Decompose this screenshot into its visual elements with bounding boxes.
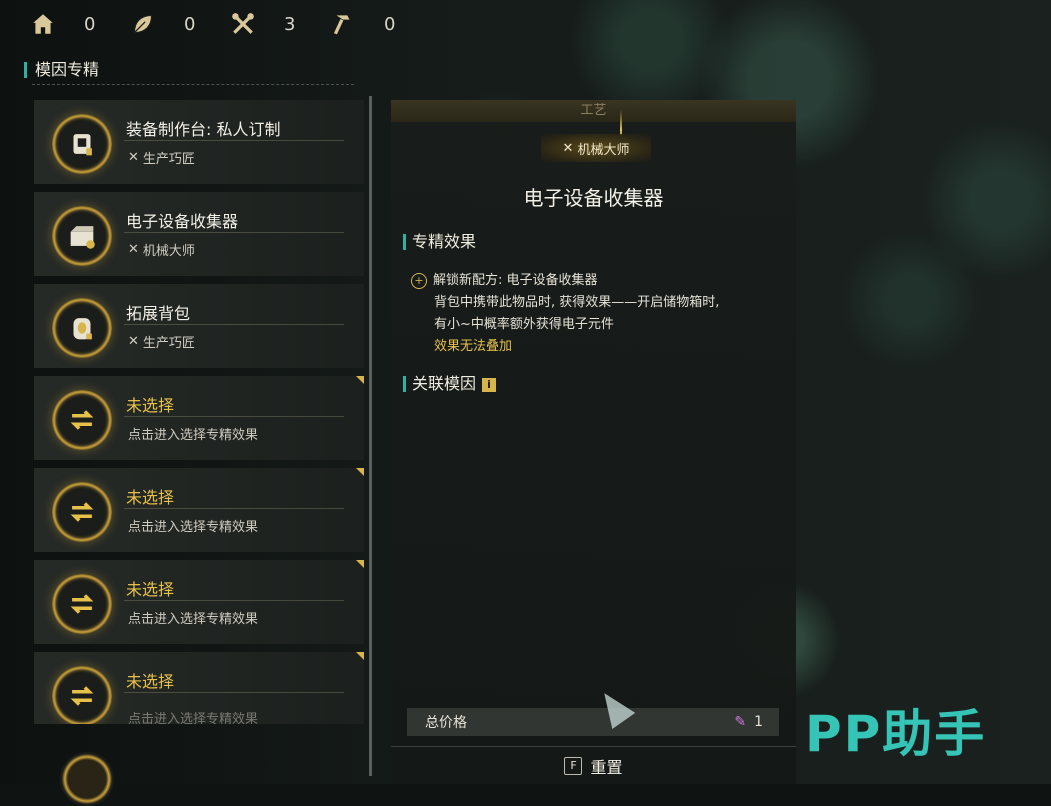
- price-value-group: ✎ 1: [734, 714, 763, 730]
- swap-icon: [52, 390, 112, 450]
- spec-card-4[interactable]: 未选择 点击进入选择专精效果: [34, 376, 364, 460]
- backpack-emblem-icon: [52, 298, 112, 358]
- swap-icon: [52, 482, 112, 542]
- spec-card-5[interactable]: 未选择 点击进入选择专精效果: [34, 468, 364, 552]
- meme-specialization-panel: 模因专精 装备制作台: 私人订制 ✕ 生产巧匠 电子设备收集器 ✕ 机械大师 拓…: [24, 56, 374, 784]
- card-sub-label: 点击进入选择专精效果: [128, 428, 259, 443]
- pencil-icon: ✎: [734, 714, 747, 730]
- resource-house-count: 0: [84, 13, 96, 35]
- card-sub: ✕ 生产巧匠: [128, 332, 195, 351]
- resource-hammer-count: 0: [384, 13, 396, 35]
- card-sub-label: 点击进入选择专精效果: [128, 612, 259, 627]
- spec-card-6[interactable]: 未选择 点击进入选择专精效果: [34, 560, 364, 644]
- crossed-tools-icon: [228, 9, 258, 39]
- card-name: 电子设备收集器: [126, 212, 239, 231]
- resource-hammer: 0: [328, 9, 428, 39]
- info-icon[interactable]: i: [482, 377, 497, 392]
- reset-button[interactable]: F 重置: [391, 746, 796, 785]
- plus-icon: +: [411, 272, 427, 289]
- item-title: 电子设备收集器: [523, 186, 664, 210]
- related-header-label: 关联模因: [412, 374, 477, 393]
- card-divider: [124, 508, 344, 509]
- effects-list: + 解锁新配方: 电子设备收集器 背包中携带此物品时, 获得效果——开启储物箱时,…: [411, 270, 791, 358]
- card-sub: ✕ 机械大师: [128, 240, 195, 259]
- spec-card-3[interactable]: 拓展背包 ✕ 生产巧匠: [34, 284, 364, 368]
- effect-line: 解锁新配方: 电子设备收集器: [433, 273, 598, 288]
- effects-header: 专精效果: [403, 234, 476, 250]
- badge-label: 机械大师: [577, 142, 630, 158]
- effect-desc-2: 有小~中概率额外获得电子元件: [434, 317, 614, 332]
- reset-label: 重置: [590, 758, 623, 777]
- bottom-emblem-icon: [60, 752, 114, 806]
- scrollbar[interactable]: [369, 96, 372, 776]
- corner-marker: [356, 468, 364, 476]
- card-divider: [124, 692, 344, 693]
- resource-house: 0: [28, 9, 128, 39]
- resource-bar: 0 0 3 0: [28, 8, 428, 40]
- corner-marker: [356, 652, 364, 660]
- crossed-tools-icon: ✕: [128, 150, 139, 165]
- swap-icon: [52, 574, 112, 634]
- resource-tools: 3: [228, 9, 328, 39]
- class-badge: ✕ 机械大师: [541, 134, 651, 162]
- category-bar: 工艺: [391, 100, 796, 122]
- related-header: 关联模因 i: [403, 374, 497, 393]
- resource-tools-count: 3: [284, 13, 296, 35]
- card-name: 未选择: [126, 580, 175, 599]
- effect-desc-1: 背包中携带此物品时, 获得效果——开启储物箱时,: [434, 295, 720, 310]
- card-divider: [124, 232, 344, 233]
- card-name: 未选择: [126, 672, 175, 691]
- hammer-icon: [328, 9, 358, 39]
- card-sub: ✕ 生产巧匠: [128, 148, 195, 167]
- card-divider: [124, 416, 344, 417]
- effect-note: 效果无法叠加: [434, 339, 513, 354]
- house-icon: [28, 9, 58, 39]
- card-name: 未选择: [126, 488, 175, 507]
- card-divider: [124, 140, 344, 141]
- effect-item: + 解锁新配方: 电子设备收集器: [411, 270, 791, 292]
- key-hint: F: [564, 757, 583, 775]
- card-sub-label: 点击进入选择专精效果: [128, 712, 259, 724]
- card-divider: [124, 324, 344, 325]
- watermark: PP助手: [805, 705, 987, 763]
- panel-title: 模因专精: [24, 62, 374, 78]
- total-price-row: 总价格 ✎ 1: [407, 708, 779, 736]
- card-divider: [124, 600, 344, 601]
- corner-marker: [356, 560, 364, 568]
- price-value: 1: [754, 714, 763, 730]
- collector-emblem-icon: [52, 206, 112, 266]
- price-label: 总价格: [425, 715, 467, 731]
- card-name: 未选择: [126, 396, 175, 415]
- swap-icon: [52, 666, 112, 724]
- card-sub-label: 生产巧匠: [142, 152, 195, 167]
- resource-leaf-count: 0: [184, 13, 196, 35]
- crossed-tools-icon: ✕: [128, 242, 139, 257]
- crossed-tools-icon: ✕: [128, 334, 139, 349]
- spec-card-2[interactable]: 电子设备收集器 ✕ 机械大师: [34, 192, 364, 276]
- divider: [32, 84, 354, 85]
- leaf-icon: [128, 9, 158, 39]
- card-name: 装备制作台: 私人订制: [126, 120, 281, 139]
- workbench-emblem-icon: [52, 114, 112, 174]
- corner-marker: [356, 376, 364, 384]
- detail-panel: 工艺 ✕ 机械大师 电子设备收集器 专精效果 + 解锁新配方: 电子设备收集器 背…: [391, 100, 796, 784]
- spec-card-1[interactable]: 装备制作台: 私人订制 ✕ 生产巧匠: [34, 100, 364, 184]
- resource-leaf: 0: [128, 9, 228, 39]
- card-sub-label: 机械大师: [142, 244, 195, 259]
- crossed-tools-icon: ✕: [562, 140, 574, 156]
- card-name: 拓展背包: [126, 304, 191, 323]
- spec-card-7[interactable]: 未选择 点击进入选择专精效果: [34, 652, 364, 724]
- card-sub-label: 点击进入选择专精效果: [128, 520, 259, 535]
- card-sub-label: 生产巧匠: [142, 336, 195, 351]
